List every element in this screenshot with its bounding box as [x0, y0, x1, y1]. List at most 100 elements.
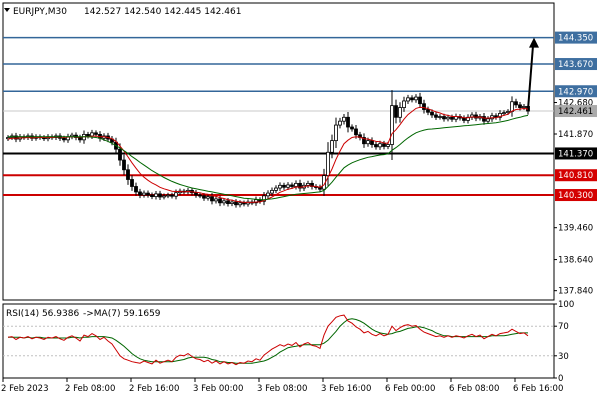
- candle[interactable]: [266, 190, 270, 199]
- candle[interactable]: [350, 124, 354, 132]
- candle[interactable]: [146, 190, 150, 198]
- candle[interactable]: [70, 132, 74, 140]
- candle[interactable]: [138, 188, 142, 199]
- candle-body: [438, 116, 442, 118]
- candle[interactable]: [234, 199, 238, 208]
- candle-body: [122, 159, 126, 171]
- ma-fast-line: [7, 106, 529, 203]
- candle[interactable]: [514, 98, 518, 108]
- candle[interactable]: [166, 192, 170, 199]
- candle-body: [118, 148, 122, 161]
- time-tick-label: 2 Feb 16:00: [129, 384, 179, 394]
- time-tick-label: 3 Feb 00:00: [193, 384, 243, 394]
- candle[interactable]: [142, 190, 146, 198]
- candle[interactable]: [158, 190, 162, 201]
- candle[interactable]: [438, 114, 442, 120]
- rsi-label: RSI(14) 56.9386: [6, 309, 79, 319]
- candle[interactable]: [374, 141, 378, 150]
- candle[interactable]: [362, 133, 366, 148]
- candle[interactable]: [130, 175, 134, 191]
- candle[interactable]: [126, 164, 130, 185]
- collapse-triangle-icon[interactable]: [4, 8, 10, 12]
- level-badge-label: 140.300: [558, 191, 593, 201]
- candle[interactable]: [242, 200, 246, 207]
- candle[interactable]: [434, 112, 438, 121]
- candle[interactable]: [410, 95, 414, 103]
- candle[interactable]: [78, 134, 82, 143]
- candle[interactable]: [406, 94, 410, 105]
- candle-body: [286, 184, 290, 188]
- candle-body: [354, 128, 358, 136]
- candle-body: [486, 118, 490, 122]
- candle[interactable]: [402, 96, 406, 112]
- time-tick-label: 3 Feb 16:00: [321, 384, 371, 394]
- candle[interactable]: [86, 131, 90, 139]
- candle[interactable]: [346, 111, 350, 133]
- rsi-tick-label: 0: [558, 374, 563, 384]
- candle-body: [446, 116, 450, 120]
- candle-body: [198, 194, 202, 197]
- candle[interactable]: [462, 115, 466, 124]
- candle-body: [130, 179, 134, 187]
- candle[interactable]: [6, 135, 10, 142]
- candle[interactable]: [298, 179, 302, 192]
- candle-body: [482, 116, 486, 122]
- candle[interactable]: [154, 190, 158, 200]
- candle[interactable]: [418, 92, 422, 108]
- candle-body: [282, 184, 286, 188]
- candle[interactable]: [414, 94, 418, 103]
- candle-body: [230, 201, 234, 204]
- candle[interactable]: [66, 133, 70, 143]
- candle[interactable]: [318, 184, 322, 192]
- candle[interactable]: [274, 185, 278, 194]
- candle-body: [430, 111, 434, 116]
- candle[interactable]: [134, 182, 138, 196]
- candle[interactable]: [14, 132, 18, 143]
- candle[interactable]: [454, 113, 458, 123]
- candle[interactable]: [42, 135, 46, 142]
- candle[interactable]: [194, 189, 198, 198]
- candle[interactable]: [498, 110, 502, 121]
- candle[interactable]: [306, 180, 310, 188]
- candle[interactable]: [398, 102, 402, 123]
- candle[interactable]: [394, 99, 398, 124]
- candle-body: [450, 116, 454, 120]
- candle[interactable]: [170, 192, 174, 199]
- candle[interactable]: [486, 116, 490, 124]
- candle-body: [346, 116, 350, 128]
- candle[interactable]: [282, 182, 286, 190]
- candle[interactable]: [382, 140, 386, 150]
- candle[interactable]: [370, 137, 374, 148]
- candle-body: [442, 116, 446, 120]
- candle-body: [170, 194, 174, 197]
- candle[interactable]: [494, 113, 498, 120]
- candle-body: [226, 200, 230, 204]
- candle-body: [434, 114, 438, 118]
- candle[interactable]: [262, 191, 266, 206]
- ohlc-readout: 142.527 142.540 142.445 142.461: [84, 7, 241, 17]
- candle[interactable]: [466, 114, 470, 124]
- candle[interactable]: [254, 196, 258, 206]
- candle-body: [390, 105, 394, 145]
- candle[interactable]: [470, 112, 474, 121]
- candle[interactable]: [278, 182, 282, 191]
- candle[interactable]: [258, 197, 262, 204]
- candle[interactable]: [214, 196, 218, 204]
- candle[interactable]: [310, 180, 314, 190]
- candle[interactable]: [510, 96, 514, 117]
- candle[interactable]: [122, 154, 126, 176]
- candle[interactable]: [334, 117, 338, 149]
- candle[interactable]: [474, 111, 478, 122]
- candle-body: [350, 126, 354, 130]
- candle[interactable]: [338, 117, 342, 129]
- candle[interactable]: [150, 192, 154, 200]
- candle[interactable]: [246, 199, 250, 207]
- candle[interactable]: [294, 180, 298, 190]
- candle-body: [326, 151, 330, 177]
- candle[interactable]: [342, 113, 346, 125]
- candle-body: [278, 184, 282, 189]
- candle[interactable]: [482, 112, 486, 125]
- candle[interactable]: [358, 131, 362, 141]
- candle[interactable]: [330, 134, 334, 159]
- price-tick-label: 139.460: [558, 224, 593, 234]
